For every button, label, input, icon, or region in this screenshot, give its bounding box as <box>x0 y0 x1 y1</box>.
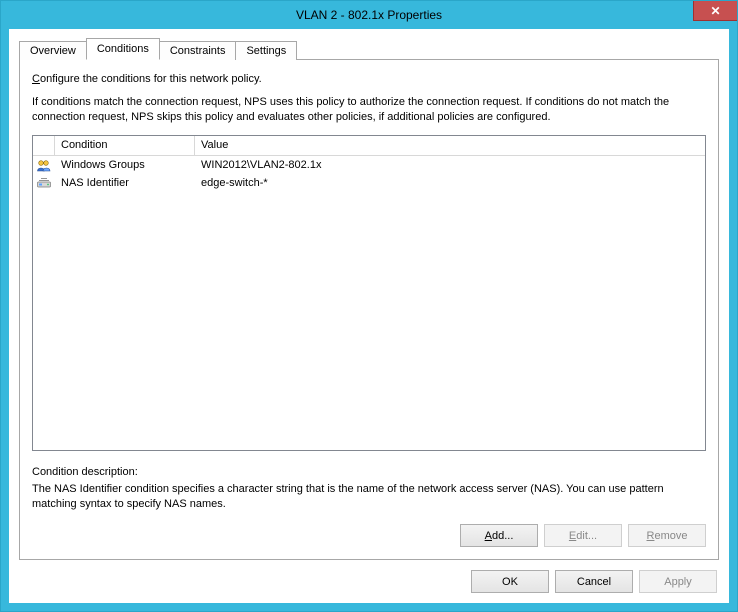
cancel-button[interactable]: Cancel <box>555 570 633 593</box>
tab-overview[interactable]: Overview <box>19 41 87 60</box>
dialog-buttons: OK Cancel Apply <box>19 570 719 593</box>
nas-icon <box>36 175 52 191</box>
tab-strip: Overview Conditions Constraints Settings <box>19 37 719 59</box>
add-button[interactable]: Add... <box>460 524 538 547</box>
table-row[interactable]: NAS Identifier edge-switch-* <box>33 174 705 192</box>
tab-settings[interactable]: Settings <box>235 41 297 60</box>
add-label: Add... <box>485 530 514 542</box>
window-title: VLAN 2 - 802.1x Properties <box>1 8 737 22</box>
table-row[interactable]: Windows Groups WIN2012\VLAN2-802.1x <box>33 156 705 174</box>
row-condition: NAS Identifier <box>55 177 195 189</box>
close-button[interactable]: ✕ <box>693 1 737 21</box>
listview-header-condition[interactable]: Condition <box>55 136 195 155</box>
tab-conditions-label: Conditions <box>97 43 149 55</box>
close-icon: ✕ <box>710 4 720 18</box>
tab-overview-label: Overview <box>30 45 76 57</box>
edit-button: Edit... <box>544 524 622 547</box>
listview-header: Condition Value <box>33 136 705 156</box>
instruction-line-2: If conditions match the connection reque… <box>32 95 706 125</box>
groups-icon <box>36 157 52 173</box>
remove-label: Remove <box>647 530 688 542</box>
instruction-line-1-rest: onfigure the conditions for this network… <box>40 73 262 85</box>
titlebar[interactable]: VLAN 2 - 802.1x Properties ✕ <box>1 1 737 29</box>
row-icon-cell <box>33 175 55 191</box>
apply-button: Apply <box>639 570 717 593</box>
remove-button: Remove <box>628 524 706 547</box>
listview-header-value[interactable]: Value <box>195 136 705 155</box>
description-title: Condition description: <box>32 465 706 480</box>
edit-label: Edit... <box>569 530 597 542</box>
condition-description: Condition description: The NAS Identifie… <box>32 465 706 512</box>
row-condition: Windows Groups <box>55 159 195 171</box>
description-text: The NAS Identifier condition specifies a… <box>32 482 706 512</box>
row-value: edge-switch-* <box>195 177 705 189</box>
tab-settings-label: Settings <box>246 45 286 57</box>
tab-conditions[interactable]: Conditions <box>86 38 160 60</box>
row-value: WIN2012\VLAN2-802.1x <box>195 159 705 171</box>
conditions-listview[interactable]: Condition Value <box>32 135 706 452</box>
listview-header-icon[interactable] <box>33 136 55 155</box>
instruction-line-1: Configure the conditions for this networ… <box>32 72 706 87</box>
properties-dialog: VLAN 2 - 802.1x Properties ✕ Overview Co… <box>0 0 738 612</box>
tab-constraints-label: Constraints <box>170 45 226 57</box>
row-icon-cell <box>33 157 55 173</box>
tab-page-conditions: Configure the conditions for this networ… <box>19 59 719 560</box>
instruction-accel: C <box>32 73 40 85</box>
client-area: Overview Conditions Constraints Settings… <box>1 29 737 611</box>
listview-body: Windows Groups WIN2012\VLAN2-802.1x <box>33 156 705 451</box>
ok-button[interactable]: OK <box>471 570 549 593</box>
condition-buttons: Add... Edit... Remove <box>32 524 706 547</box>
instructions: Configure the conditions for this networ… <box>32 72 706 125</box>
tab-constraints[interactable]: Constraints <box>159 41 237 60</box>
